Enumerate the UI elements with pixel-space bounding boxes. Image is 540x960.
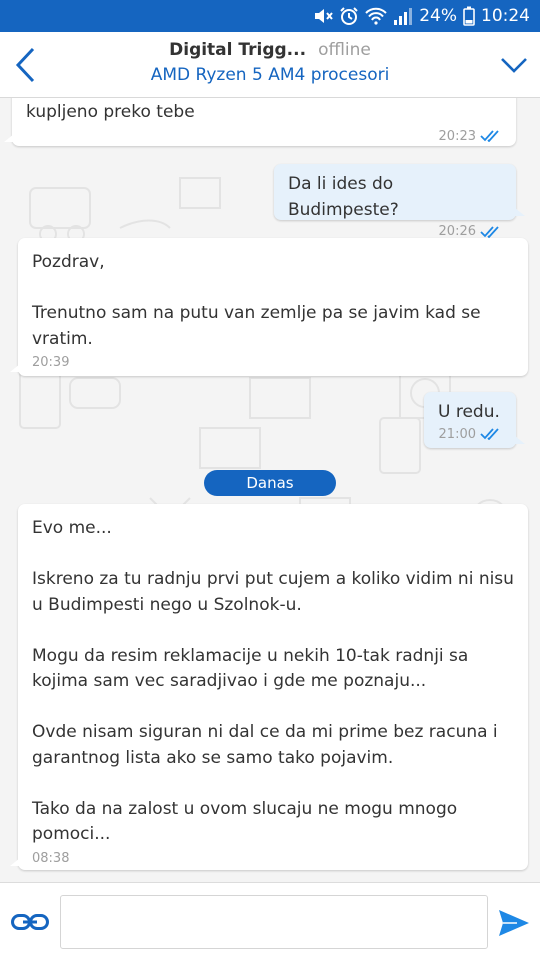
signal-icon	[393, 7, 413, 25]
presence-status: offline	[318, 40, 371, 60]
message-time: 08:38	[32, 850, 70, 866]
status-bar: 24% 10:24	[0, 0, 540, 32]
battery-percent: 24%	[419, 6, 457, 26]
message-meta: 20:23	[26, 124, 502, 150]
double-check-icon	[480, 226, 499, 238]
message-paragraph: Trenutno sam na putu van zemlje pa se ja…	[32, 303, 481, 349]
message-text: Da li ides do Budimpeste?	[288, 174, 399, 220]
send-button[interactable]	[494, 905, 534, 941]
message-paragraph: Mogu da resim reklamacije u nekih 10-tak…	[32, 645, 469, 692]
clock: 10:24	[481, 6, 530, 26]
wifi-icon	[365, 7, 387, 25]
message-input[interactable]	[60, 895, 488, 949]
day-divider: Danas	[204, 470, 336, 496]
message-paragraph: Ovde nisam siguran ni dal ce da mi prime…	[32, 722, 498, 768]
message-list[interactable]: kupljeno preko tebe 20:23 Da li ides do …	[0, 98, 540, 882]
message-paragraph: Tako da na zalost u ovom slucaju ne mogu…	[32, 798, 458, 845]
message-time: 20:23	[438, 128, 476, 144]
message-paragraph: Pozdrav,	[32, 252, 105, 272]
message-text: kupljeno preko tebe	[26, 102, 195, 122]
message-paragraph: Iskreno za tu radnju prvi put cujem a ko…	[32, 569, 514, 615]
message-incoming[interactable]: kupljeno preko tebe 20:23	[4, 98, 516, 146]
double-check-icon	[480, 130, 499, 143]
double-check-icon	[480, 428, 499, 441]
composer-bar	[0, 882, 540, 960]
ad-subject-link[interactable]: AMD Ryzen 5 AM4 procesori	[0, 65, 540, 85]
mute-icon	[313, 7, 333, 25]
chevron-down-icon	[501, 58, 527, 73]
message-incoming[interactable]: Evo me... Iskreno za tu radnju prvi put …	[10, 504, 528, 872]
message-time: 20:39	[32, 355, 70, 370]
contact-name: Digital Trigg...	[169, 40, 307, 60]
attach-button[interactable]	[10, 907, 50, 937]
message-meta: 08:38	[32, 846, 514, 872]
battery-icon	[463, 6, 475, 26]
chat-title: Digital Trigg... offline	[0, 40, 540, 60]
send-icon	[499, 910, 529, 936]
chat-header: Digital Trigg... offline AMD Ryzen 5 AM4 …	[0, 32, 540, 98]
expand-button[interactable]	[498, 50, 530, 80]
message-meta: 20:39	[32, 350, 514, 376]
link-icon	[11, 914, 49, 930]
message-incoming[interactable]: Pozdrav, Trenutno sam na putu van zemlje…	[10, 238, 528, 376]
alarm-icon	[339, 6, 359, 26]
message-paragraph: Evo me...	[32, 518, 112, 538]
message-outgoing[interactable]: U redu. 21:00	[424, 392, 525, 448]
message-outgoing[interactable]: Da li ides do Budimpeste? 20:26	[274, 164, 525, 239]
message-time: 21:00	[438, 426, 476, 442]
